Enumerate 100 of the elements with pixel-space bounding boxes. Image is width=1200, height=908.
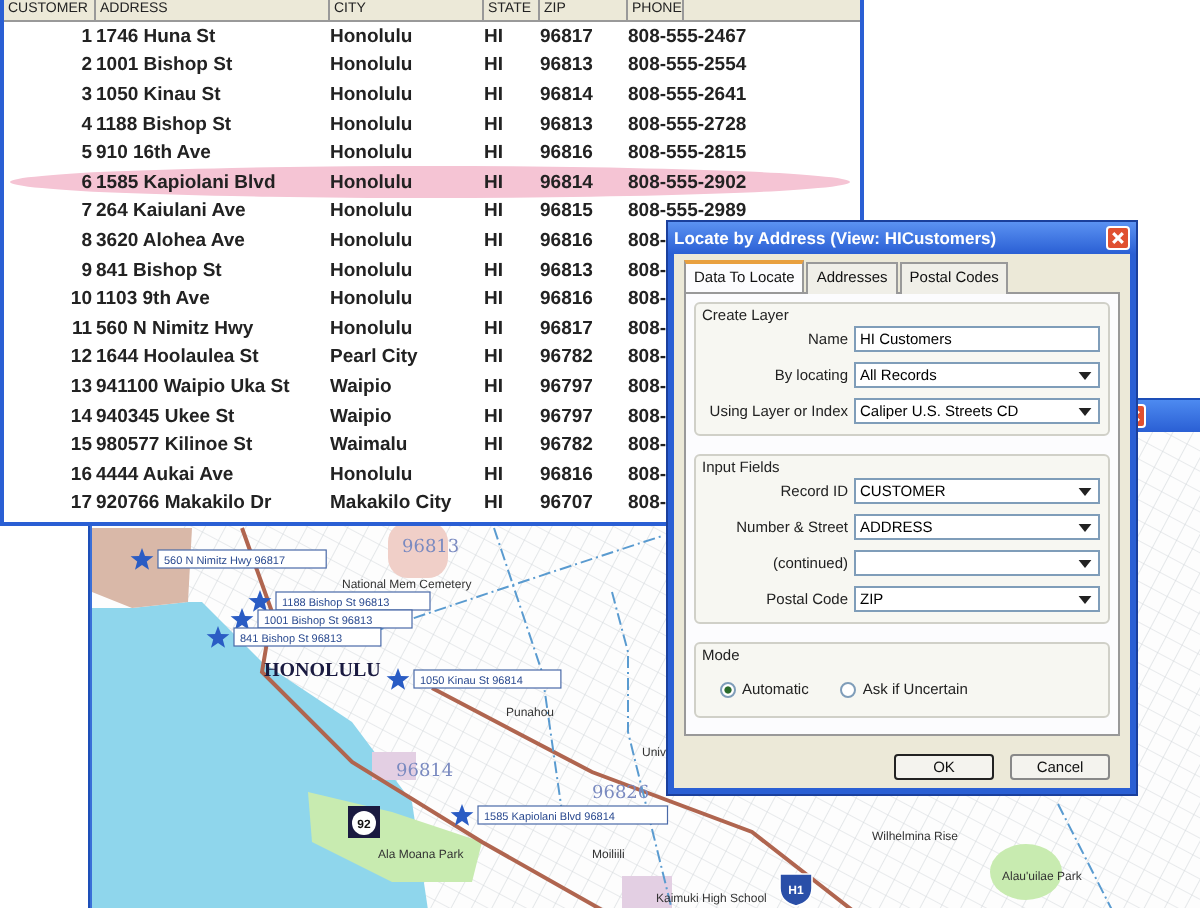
close-button[interactable]: [1106, 226, 1130, 250]
table-cell-text: HI: [484, 375, 505, 398]
table-cell-text: HI: [484, 229, 505, 252]
table-cell: 808-555-2467: [628, 25, 747, 48]
table-cell-text: 1001 Bishop St: [96, 54, 235, 77]
table-cell-text: HI: [484, 259, 505, 282]
table-cell: 808-: [628, 492, 667, 515]
table-cell-text: 920766 Makakilo Dr: [96, 492, 274, 515]
table-cell-text: HI: [484, 463, 505, 486]
table-cell-text: Honolulu: [330, 113, 415, 136]
star-marker-icon[interactable]: [248, 590, 272, 612]
table-cell-text: Honolulu: [330, 229, 415, 252]
star-marker-icon[interactable]: [450, 804, 474, 826]
table-cell: 808-555-2815: [628, 142, 747, 165]
table-cell-text: Honolulu: [330, 171, 415, 194]
table-cell-text: 1188 Bishop St: [96, 113, 234, 136]
table-cell-text: 96815: [540, 200, 595, 223]
table-cell-text: Honolulu: [330, 317, 415, 340]
table-cell-text: 96814: [540, 83, 595, 106]
dropdown-arrow-icon: [1078, 487, 1092, 495]
table-cell-text: HI: [484, 434, 505, 457]
table-cell-text: Honolulu: [330, 259, 415, 282]
radio-button[interactable]: [720, 681, 736, 697]
table-cell-text: 940345 Ukee St: [96, 405, 237, 428]
table-cell: 808-: [628, 346, 667, 369]
table-cell-text: 910 16th Ave: [96, 142, 213, 165]
table-cell-text: 841 Bishop St: [96, 259, 224, 282]
table-cell-text: Honolulu: [330, 83, 415, 106]
table-cell-text: 96816: [540, 229, 595, 252]
table-cell: 808-555-2902: [628, 171, 747, 194]
table-cell-text: Honolulu: [330, 25, 415, 48]
star-marker-icon[interactable]: [230, 608, 254, 630]
table-cell-text: 1746 Huna St: [96, 25, 218, 48]
table-cell-text: 15: [68, 434, 94, 457]
table-cell-text: 9: [79, 259, 94, 282]
table-cell-text: HI: [484, 113, 505, 136]
table-cell: 808-: [628, 405, 667, 428]
table-cell: 808-: [628, 375, 667, 398]
table-cell-text: 2: [79, 54, 94, 77]
table-cell-text: HI: [484, 288, 505, 311]
table-cell-text: Waimalu: [330, 434, 410, 457]
table-cell-text: Honolulu: [330, 200, 415, 223]
table-cell-text: 8: [79, 229, 94, 252]
table-cell-text: 7: [79, 200, 94, 223]
table-cell-text: HI: [484, 405, 505, 428]
table-cell: 808-555-2554: [628, 54, 747, 77]
table-cell-text: HI: [484, 171, 505, 194]
table-cell-text: Makakilo City: [330, 492, 454, 515]
table-cell-text: 96816: [540, 463, 595, 486]
table-cell: 808-: [628, 229, 667, 252]
dropdown-arrow-icon: [1078, 371, 1092, 379]
table-cell-text: 14: [68, 405, 94, 428]
table-cell-text: 96707: [540, 492, 595, 515]
table-cell: 808-: [628, 434, 667, 457]
park-area: [990, 844, 1062, 900]
table-cell-text: 13: [68, 375, 94, 398]
table-cell-text: Pearl City: [330, 346, 420, 369]
star-marker-icon[interactable]: [206, 626, 230, 648]
dropdown-arrow-icon: [1078, 595, 1092, 603]
table-cell-text: 12: [68, 346, 94, 369]
table-cell: 808-555-2728: [628, 113, 747, 136]
table-cell: 808-: [628, 259, 667, 282]
dropdown[interactable]: [854, 550, 1100, 576]
table-cell-text: 96814: [540, 171, 595, 194]
table-cell-text: 96797: [540, 405, 595, 428]
table-cell-text: HI: [484, 142, 505, 165]
table-cell-text: 264 Kaiulani Ave: [96, 200, 248, 223]
star-marker-icon[interactable]: [130, 548, 154, 570]
table-cell-text: HI: [484, 200, 505, 223]
table-cell-text: 96817: [540, 317, 595, 340]
table-cell-text: HI: [484, 25, 505, 48]
table-cell-text: 96816: [540, 142, 595, 165]
table-cell-text: 96813: [540, 113, 595, 136]
table-cell-text: 4444 Aukai Ave: [96, 463, 236, 486]
table-cell-text: 96782: [540, 434, 595, 457]
city-label: HONOLULU: [264, 660, 381, 682]
table-cell-text: 96797: [540, 375, 595, 398]
table-cell-text: 11: [69, 317, 94, 340]
zip-code-label: 96814: [396, 762, 454, 782]
table-cell: 808-: [628, 317, 667, 340]
table-cell-text: Honolulu: [330, 142, 415, 165]
radio-button[interactable]: [840, 681, 857, 697]
table-cell-text: Honolulu: [330, 463, 415, 486]
dropdown-arrow-icon: [1078, 559, 1092, 567]
close-icon: [1110, 230, 1126, 246]
table-cell-text: 4: [79, 113, 94, 136]
table-cell-text: HI: [484, 317, 505, 340]
table-cell-text: 96813: [540, 54, 595, 77]
table-cell-text: Honolulu: [330, 288, 415, 311]
dropdown-arrow-icon: [1078, 523, 1092, 531]
table-cell-text: 3: [79, 83, 94, 106]
boundary-line: [1057, 803, 1113, 908]
table-cell-text: HI: [484, 492, 505, 515]
table-cell-text: Waipio: [330, 375, 394, 398]
table-cell-text: 1103 9th Ave: [96, 288, 212, 311]
star-marker-icon[interactable]: [386, 668, 410, 690]
table-cell-text: 5: [79, 142, 94, 165]
table-cell-text: HI: [484, 54, 505, 77]
dialog-title: Locate by Address (View: HICustomers): [674, 228, 997, 248]
table-cell-text: HI: [484, 83, 505, 106]
